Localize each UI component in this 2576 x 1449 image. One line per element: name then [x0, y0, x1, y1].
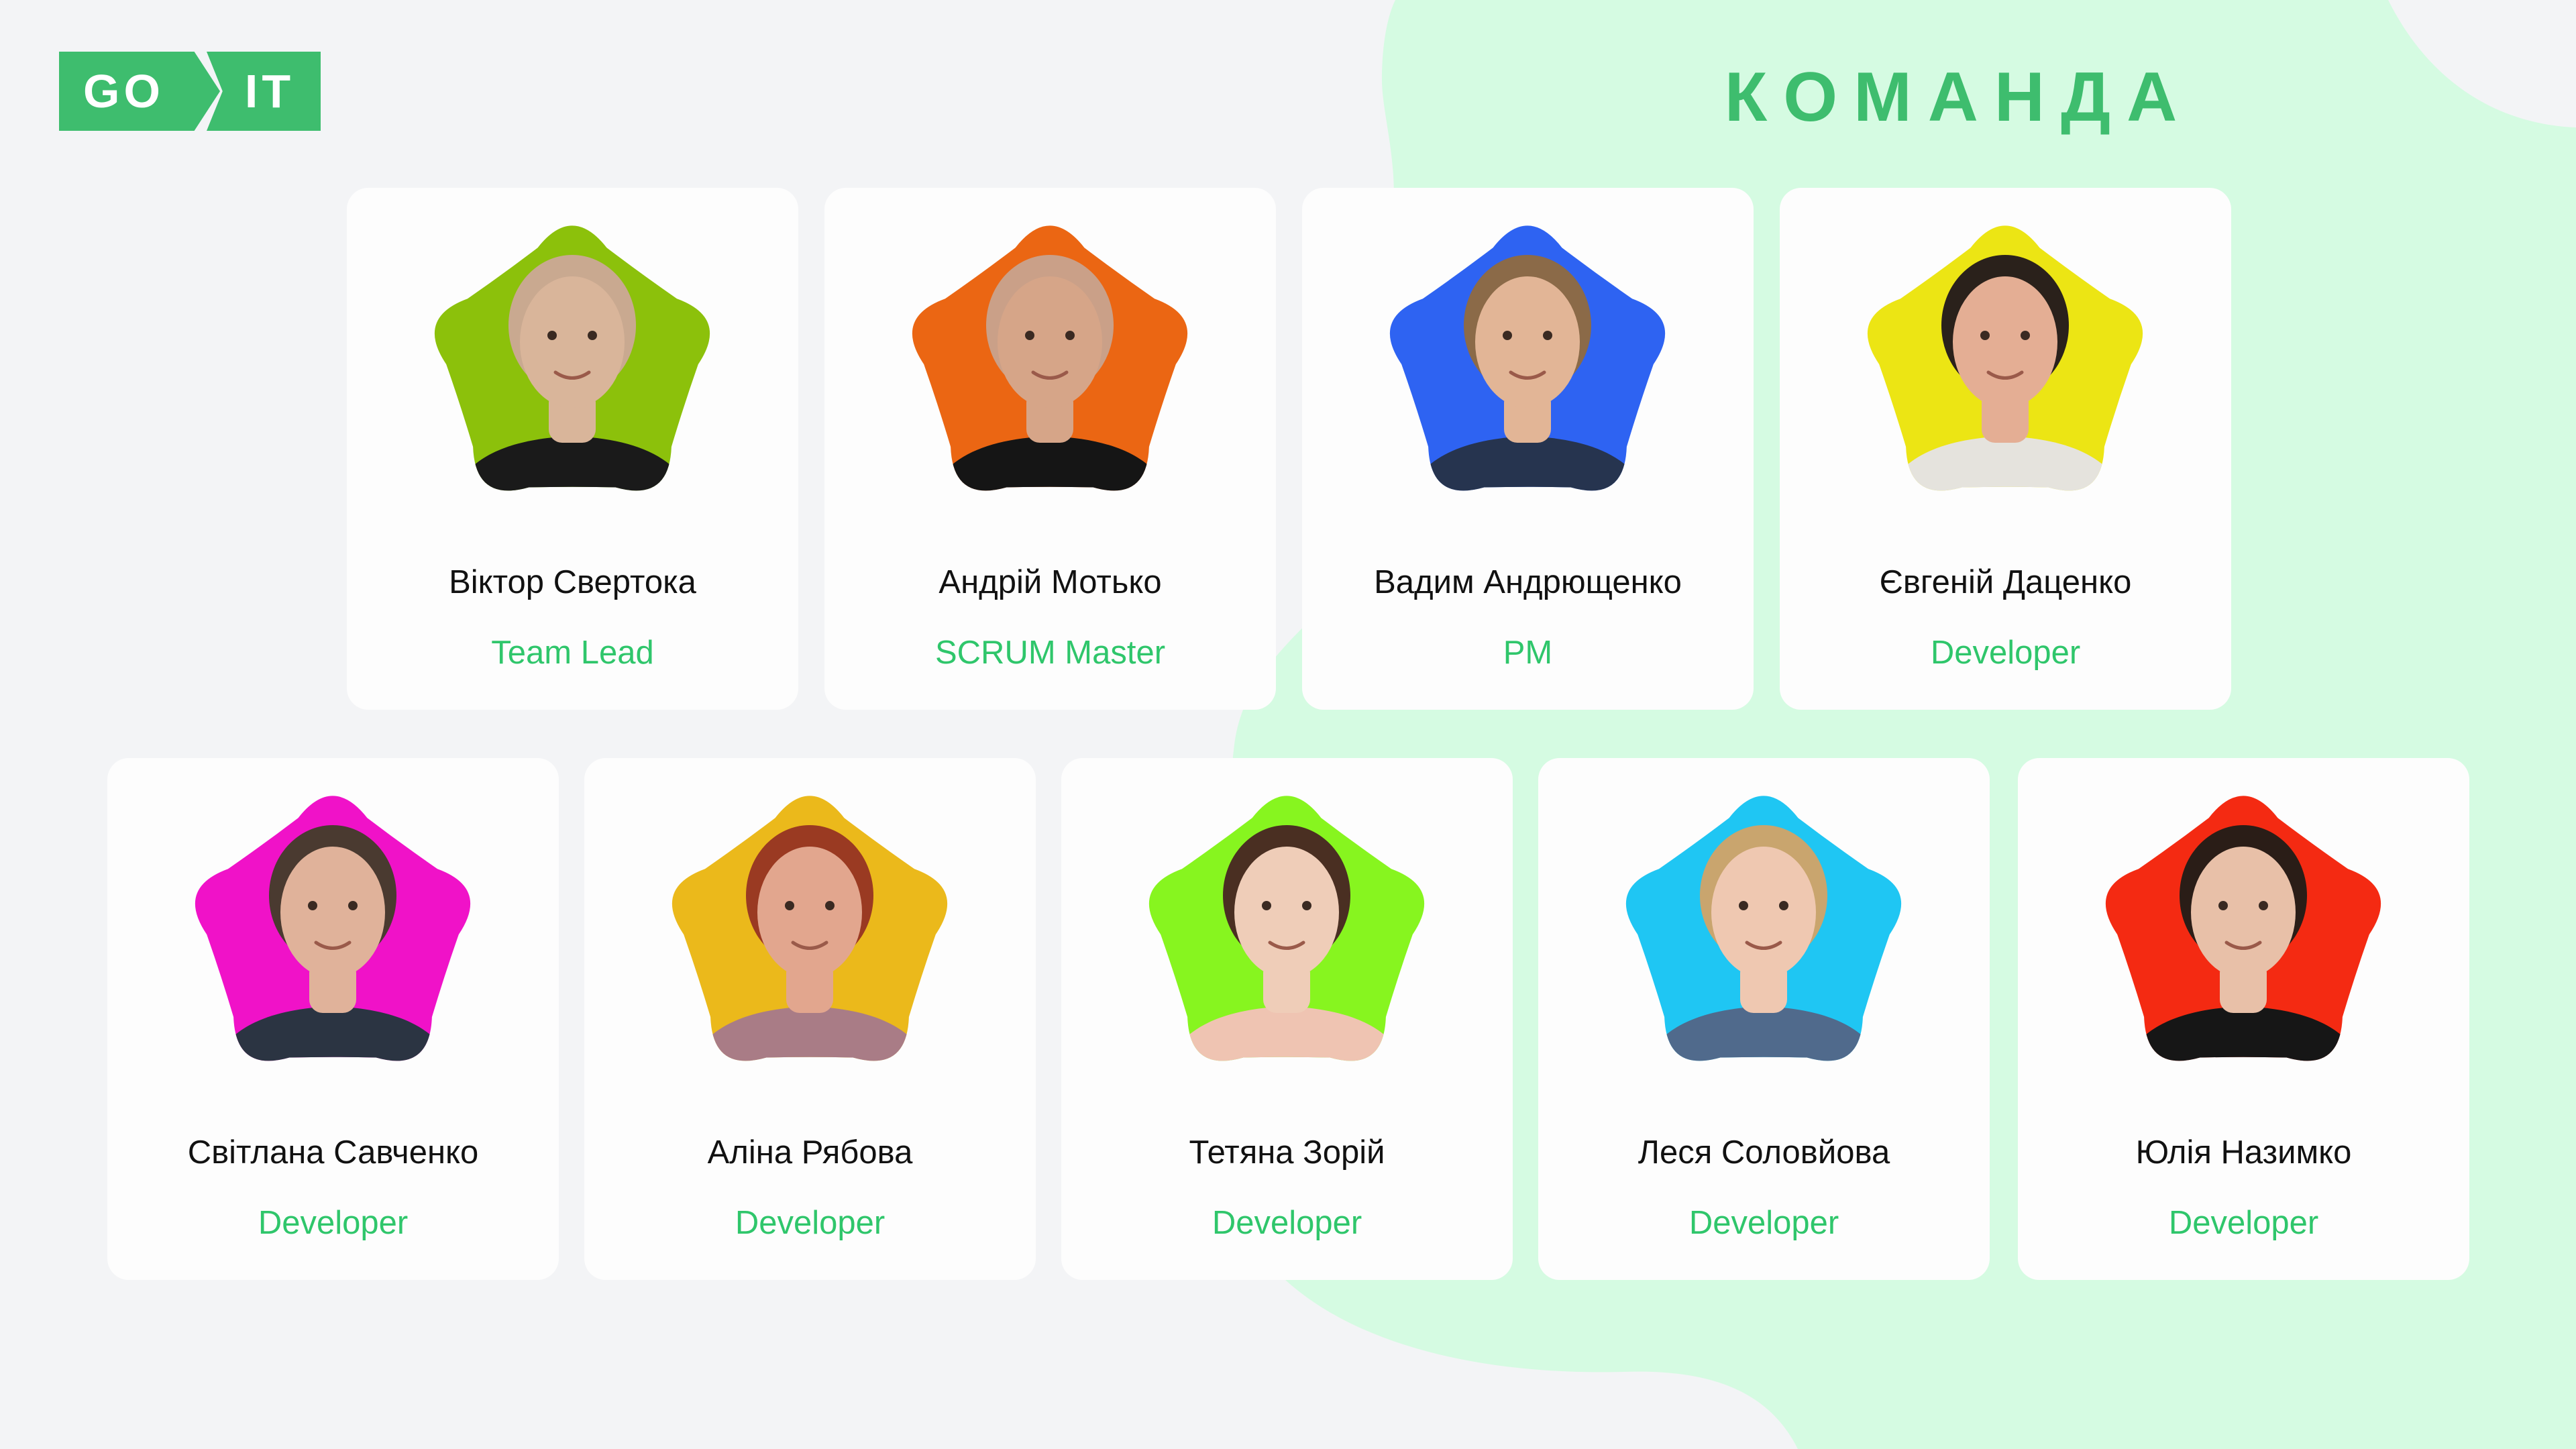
team-member-card: Юлія Назимко Developer [2018, 758, 2469, 1280]
member-name: Андрій Мотько [938, 564, 1162, 600]
page-title: КОМАНДА [1724, 58, 2194, 136]
portrait-flower [1625, 796, 1902, 1061]
member-role: Developer [735, 1205, 885, 1241]
team-member-card: Віктор Свертока Team Lead [347, 188, 798, 710]
member-role: SCRUM Master [934, 635, 1166, 671]
logo-it: IT [207, 52, 321, 131]
member-photo [1851, 208, 2159, 517]
member-name: Віктор Свертока [449, 564, 696, 600]
member-photo [1373, 208, 1682, 517]
goit-logo[interactable]: GO IT [59, 52, 321, 131]
member-photo [2089, 778, 2398, 1087]
portrait-flower [912, 225, 1188, 491]
team-member-card: Тетяна Зорій Developer [1061, 758, 1513, 1280]
member-photo [178, 778, 487, 1087]
member-photo [1132, 778, 1441, 1087]
member-photo [655, 778, 964, 1087]
member-photo [896, 208, 1204, 517]
member-photo [1609, 778, 1918, 1087]
portrait-flower [195, 796, 471, 1061]
member-role: PM [1503, 635, 1553, 671]
member-name: Вадим Андрющенко [1374, 564, 1682, 600]
portrait-flower [434, 225, 710, 491]
portrait-flower [1389, 225, 1666, 491]
member-role: Developer [1688, 1205, 1839, 1241]
team-member-card: Вадим Андрющенко PM [1302, 188, 1754, 710]
team-member-card: Леся Соловйова Developer [1538, 758, 1990, 1280]
portrait-flower [1867, 225, 2143, 491]
team-member-card: Євгеній Даценко Developer [1780, 188, 2231, 710]
member-photo [418, 208, 727, 517]
member-role: Developer [1212, 1205, 1362, 1241]
member-name: Леся Соловйова [1638, 1134, 1890, 1171]
member-role: Developer [2168, 1205, 2319, 1241]
member-role: Developer [258, 1205, 409, 1241]
team-member-card: Андрій Мотько SCRUM Master [824, 188, 1276, 710]
member-name: Юлія Назимко [2135, 1134, 2352, 1171]
logo-go: GO [59, 52, 220, 131]
portrait-flower [672, 796, 948, 1061]
portrait-flower [2105, 796, 2381, 1061]
team-member-card: Аліна Рябова Developer [584, 758, 1036, 1280]
member-name: Євгеній Даценко [1879, 564, 2132, 600]
member-role: Developer [1930, 635, 2081, 671]
member-role: Team Lead [491, 635, 654, 671]
member-name: Аліна Рябова [707, 1134, 913, 1171]
team-member-card: Світлана Савченко Developer [107, 758, 559, 1280]
member-name: Тетяна Зорій [1189, 1134, 1385, 1171]
member-name: Світлана Савченко [187, 1134, 479, 1171]
portrait-flower [1148, 796, 1425, 1061]
